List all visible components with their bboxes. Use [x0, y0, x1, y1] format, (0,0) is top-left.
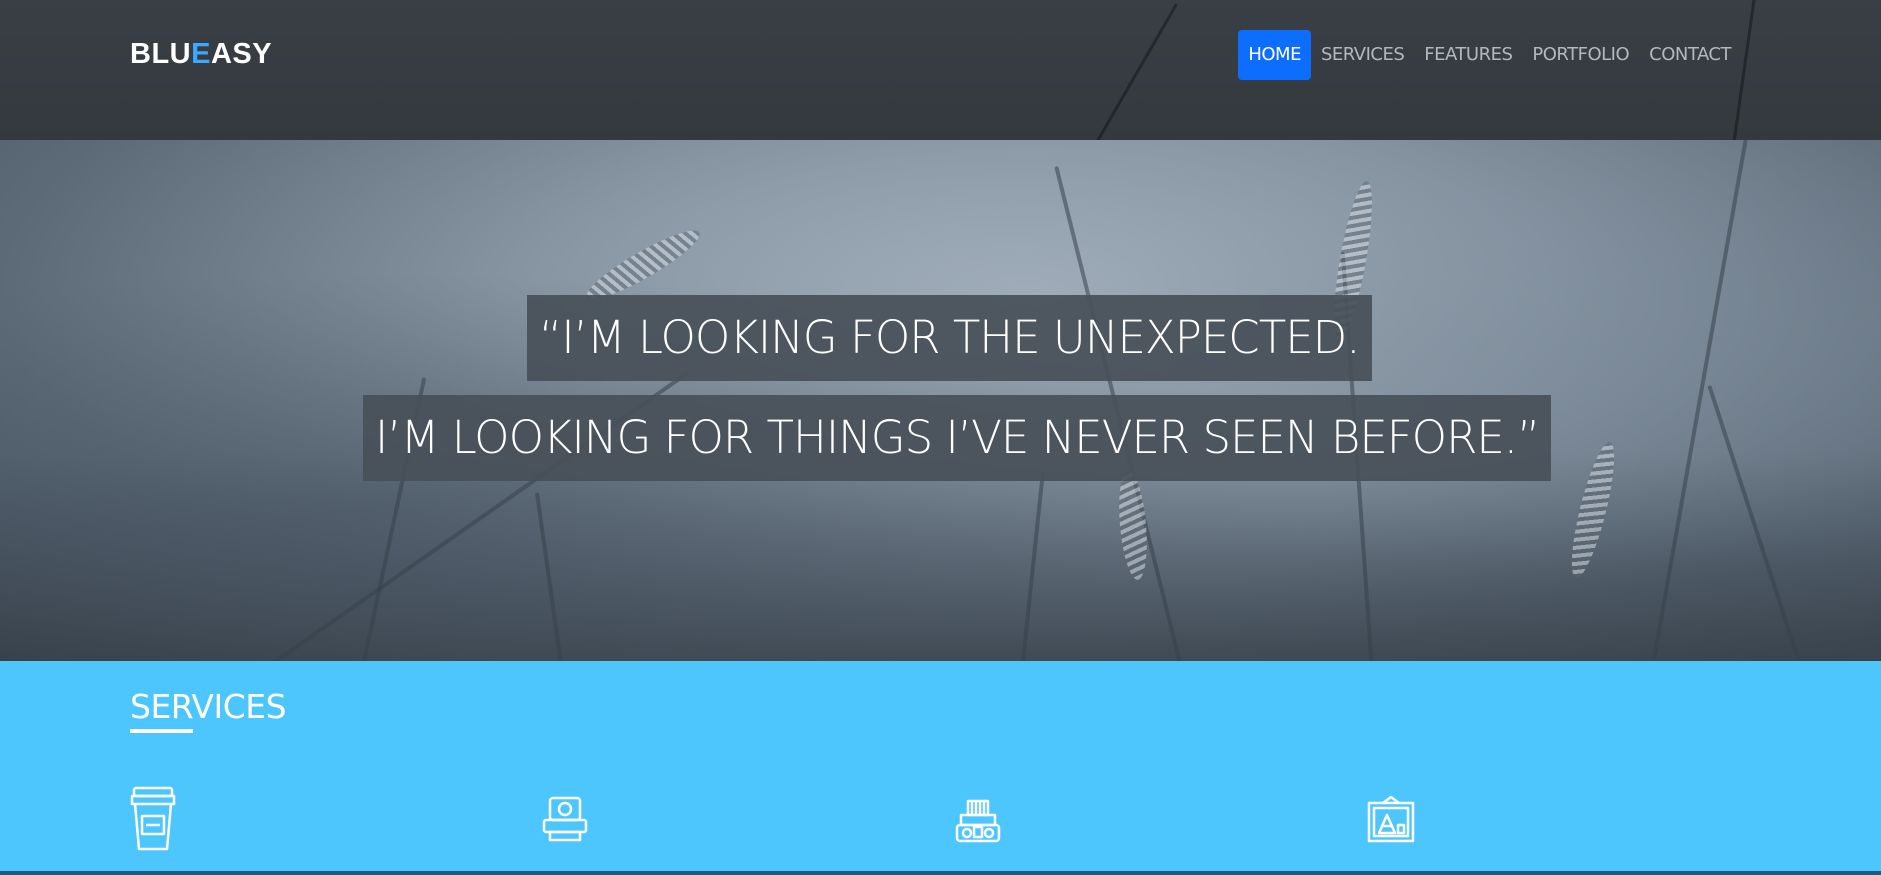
- coffee-cup-icon: [130, 786, 180, 852]
- instant-camera-icon: [542, 796, 592, 862]
- hero-quote-line-2: I’M LOOKING FOR THINGS I’VE NEVER SEEN B…: [363, 395, 1552, 481]
- services-heading: SERVICES: [130, 687, 287, 726]
- logo-text-accent: E: [191, 38, 211, 70]
- logo-text-part3: ASY: [210, 38, 273, 70]
- nav-item-services[interactable]: SERVICES: [1311, 30, 1414, 80]
- page-bottom-edge: [0, 871, 1881, 875]
- nav-item-contact[interactable]: CONTACT: [1639, 30, 1741, 80]
- nav-item-portfolio[interactable]: PORTFOLIO: [1522, 30, 1639, 80]
- film-projector-icon: [955, 799, 1005, 865]
- site-header: BLUEASY HOME SERVICES FEATURES PORTFOLIO…: [0, 0, 1881, 140]
- main-nav: HOME SERVICES FEATURES PORTFOLIO CONTACT: [1238, 30, 1741, 80]
- header-background-grass: [1085, 3, 1178, 140]
- nav-item-home[interactable]: HOME: [1238, 30, 1311, 80]
- logo-text-part1: BLU: [130, 38, 192, 70]
- services-heading-underline: [130, 729, 193, 733]
- site-logo[interactable]: BLUEASY: [130, 38, 272, 71]
- nav-item-features[interactable]: FEATURES: [1414, 30, 1522, 80]
- services-section: SERVICES: [0, 661, 1881, 875]
- hero-quote-line-1: “I’M LOOKING FOR THE UNEXPECTED.: [527, 295, 1372, 381]
- framed-picture-icon: [1367, 795, 1417, 861]
